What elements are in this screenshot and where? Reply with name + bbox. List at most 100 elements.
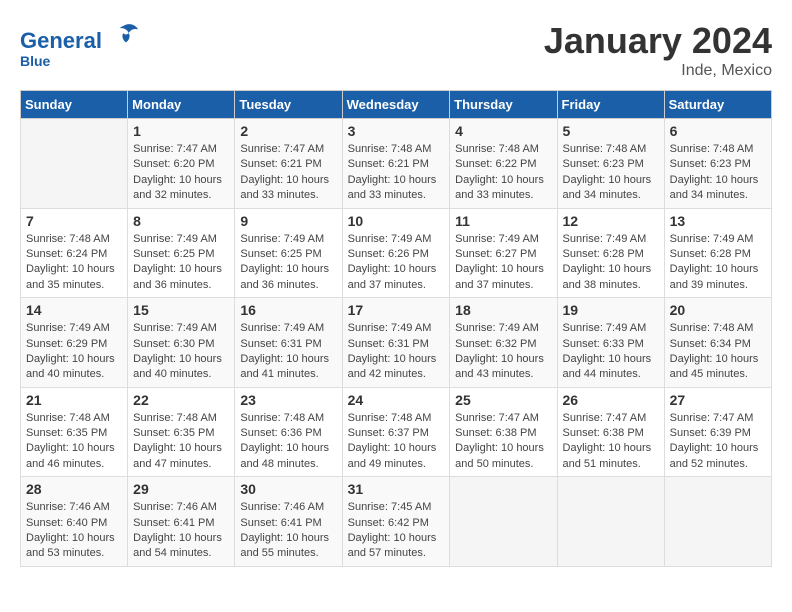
sunrise-text: Sunrise: 7:48 AM — [26, 411, 122, 426]
sunset-text: Sunset: 6:31 PM — [240, 337, 336, 352]
calendar-cell: 8 Sunrise: 7:49 AM Sunset: 6:25 PM Dayli… — [128, 208, 235, 298]
sunrise-text: Sunrise: 7:48 AM — [563, 142, 659, 157]
daylight-text: Daylight: 10 hours and 33 minutes. — [240, 173, 336, 204]
sunrise-text: Sunrise: 7:49 AM — [240, 321, 336, 336]
sunset-text: Sunset: 6:41 PM — [133, 516, 229, 531]
calendar-cell: 26 Sunrise: 7:47 AM Sunset: 6:38 PM Dayl… — [557, 387, 664, 477]
day-number: 28 — [26, 481, 122, 497]
sunrise-text: Sunrise: 7:46 AM — [26, 500, 122, 515]
day-info: Sunrise: 7:48 AM Sunset: 6:37 PM Dayligh… — [348, 411, 445, 473]
sunset-text: Sunset: 6:31 PM — [348, 337, 445, 352]
sunset-text: Sunset: 6:38 PM — [455, 426, 551, 441]
day-number: 8 — [133, 213, 229, 229]
day-number: 17 — [348, 302, 445, 318]
day-number: 4 — [455, 123, 551, 139]
day-info: Sunrise: 7:49 AM Sunset: 6:33 PM Dayligh… — [563, 321, 659, 383]
day-info: Sunrise: 7:49 AM Sunset: 6:32 PM Dayligh… — [455, 321, 551, 383]
day-info: Sunrise: 7:48 AM Sunset: 6:35 PM Dayligh… — [133, 411, 229, 473]
day-number: 11 — [455, 213, 551, 229]
sunrise-text: Sunrise: 7:47 AM — [670, 411, 766, 426]
sunset-text: Sunset: 6:21 PM — [348, 157, 445, 172]
day-number: 1 — [133, 123, 229, 139]
title-block: January 2024 Inde, Mexico — [544, 20, 772, 80]
sunrise-text: Sunrise: 7:49 AM — [133, 321, 229, 336]
calendar-week-row: 1 Sunrise: 7:47 AM Sunset: 6:20 PM Dayli… — [21, 119, 772, 209]
page-header: General Blue January 2024 Inde, Mexico — [20, 20, 772, 80]
daylight-text: Daylight: 10 hours and 35 minutes. — [26, 262, 122, 293]
daylight-text: Daylight: 10 hours and 52 minutes. — [670, 441, 766, 472]
calendar-cell: 14 Sunrise: 7:49 AM Sunset: 6:29 PM Dayl… — [21, 298, 128, 388]
day-number: 23 — [240, 392, 336, 408]
weekday-header: Saturday — [664, 91, 771, 119]
sunset-text: Sunset: 6:27 PM — [455, 247, 551, 262]
sunset-text: Sunset: 6:23 PM — [670, 157, 766, 172]
calendar-cell — [450, 477, 557, 567]
weekday-header: Monday — [128, 91, 235, 119]
sunrise-text: Sunrise: 7:49 AM — [348, 321, 445, 336]
calendar-cell: 23 Sunrise: 7:48 AM Sunset: 6:36 PM Dayl… — [235, 387, 342, 477]
day-info: Sunrise: 7:46 AM Sunset: 6:40 PM Dayligh… — [26, 500, 122, 562]
day-number: 10 — [348, 213, 445, 229]
day-info: Sunrise: 7:48 AM Sunset: 6:34 PM Dayligh… — [670, 321, 766, 383]
day-number: 2 — [240, 123, 336, 139]
sunset-text: Sunset: 6:37 PM — [348, 426, 445, 441]
daylight-text: Daylight: 10 hours and 44 minutes. — [563, 352, 659, 383]
sunset-text: Sunset: 6:40 PM — [26, 516, 122, 531]
day-info: Sunrise: 7:48 AM Sunset: 6:36 PM Dayligh… — [240, 411, 336, 473]
day-number: 16 — [240, 302, 336, 318]
day-info: Sunrise: 7:49 AM Sunset: 6:30 PM Dayligh… — [133, 321, 229, 383]
calendar-header-row: SundayMondayTuesdayWednesdayThursdayFrid… — [21, 91, 772, 119]
location: Inde, Mexico — [544, 62, 772, 80]
calendar-cell: 29 Sunrise: 7:46 AM Sunset: 6:41 PM Dayl… — [128, 477, 235, 567]
sunset-text: Sunset: 6:28 PM — [563, 247, 659, 262]
daylight-text: Daylight: 10 hours and 41 minutes. — [240, 352, 336, 383]
day-info: Sunrise: 7:48 AM Sunset: 6:24 PM Dayligh… — [26, 232, 122, 294]
calendar-cell: 22 Sunrise: 7:48 AM Sunset: 6:35 PM Dayl… — [128, 387, 235, 477]
month-title: January 2024 — [544, 20, 772, 62]
day-number: 12 — [563, 213, 659, 229]
sunset-text: Sunset: 6:38 PM — [563, 426, 659, 441]
day-number: 3 — [348, 123, 445, 139]
calendar-cell: 24 Sunrise: 7:48 AM Sunset: 6:37 PM Dayl… — [342, 387, 450, 477]
sunset-text: Sunset: 6:35 PM — [26, 426, 122, 441]
logo-bird-icon — [112, 20, 140, 48]
sunrise-text: Sunrise: 7:49 AM — [348, 232, 445, 247]
calendar-week-row: 28 Sunrise: 7:46 AM Sunset: 6:40 PM Dayl… — [21, 477, 772, 567]
sunset-text: Sunset: 6:23 PM — [563, 157, 659, 172]
sunset-text: Sunset: 6:35 PM — [133, 426, 229, 441]
calendar-cell: 18 Sunrise: 7:49 AM Sunset: 6:32 PM Dayl… — [450, 298, 557, 388]
sunrise-text: Sunrise: 7:49 AM — [133, 232, 229, 247]
daylight-text: Daylight: 10 hours and 46 minutes. — [26, 441, 122, 472]
calendar-cell: 16 Sunrise: 7:49 AM Sunset: 6:31 PM Dayl… — [235, 298, 342, 388]
daylight-text: Daylight: 10 hours and 42 minutes. — [348, 352, 445, 383]
day-number: 21 — [26, 392, 122, 408]
sunset-text: Sunset: 6:34 PM — [670, 337, 766, 352]
sunset-text: Sunset: 6:29 PM — [26, 337, 122, 352]
day-info: Sunrise: 7:47 AM Sunset: 6:20 PM Dayligh… — [133, 142, 229, 204]
day-info: Sunrise: 7:49 AM Sunset: 6:28 PM Dayligh… — [670, 232, 766, 294]
day-info: Sunrise: 7:47 AM Sunset: 6:39 PM Dayligh… — [670, 411, 766, 473]
logo-general: General — [20, 28, 102, 53]
calendar-cell: 10 Sunrise: 7:49 AM Sunset: 6:26 PM Dayl… — [342, 208, 450, 298]
daylight-text: Daylight: 10 hours and 36 minutes. — [133, 262, 229, 293]
daylight-text: Daylight: 10 hours and 38 minutes. — [563, 262, 659, 293]
sunset-text: Sunset: 6:36 PM — [240, 426, 336, 441]
day-info: Sunrise: 7:49 AM Sunset: 6:25 PM Dayligh… — [240, 232, 336, 294]
day-number: 29 — [133, 481, 229, 497]
sunrise-text: Sunrise: 7:47 AM — [133, 142, 229, 157]
sunrise-text: Sunrise: 7:46 AM — [240, 500, 336, 515]
calendar-cell: 1 Sunrise: 7:47 AM Sunset: 6:20 PM Dayli… — [128, 119, 235, 209]
daylight-text: Daylight: 10 hours and 50 minutes. — [455, 441, 551, 472]
calendar-cell: 7 Sunrise: 7:48 AM Sunset: 6:24 PM Dayli… — [21, 208, 128, 298]
daylight-text: Daylight: 10 hours and 37 minutes. — [455, 262, 551, 293]
day-info: Sunrise: 7:45 AM Sunset: 6:42 PM Dayligh… — [348, 500, 445, 562]
day-info: Sunrise: 7:48 AM Sunset: 6:23 PM Dayligh… — [563, 142, 659, 204]
calendar-week-row: 14 Sunrise: 7:49 AM Sunset: 6:29 PM Dayl… — [21, 298, 772, 388]
day-info: Sunrise: 7:49 AM Sunset: 6:28 PM Dayligh… — [563, 232, 659, 294]
sunset-text: Sunset: 6:24 PM — [26, 247, 122, 262]
weekday-header: Thursday — [450, 91, 557, 119]
daylight-text: Daylight: 10 hours and 48 minutes. — [240, 441, 336, 472]
daylight-text: Daylight: 10 hours and 53 minutes. — [26, 531, 122, 562]
day-number: 27 — [670, 392, 766, 408]
sunrise-text: Sunrise: 7:47 AM — [563, 411, 659, 426]
